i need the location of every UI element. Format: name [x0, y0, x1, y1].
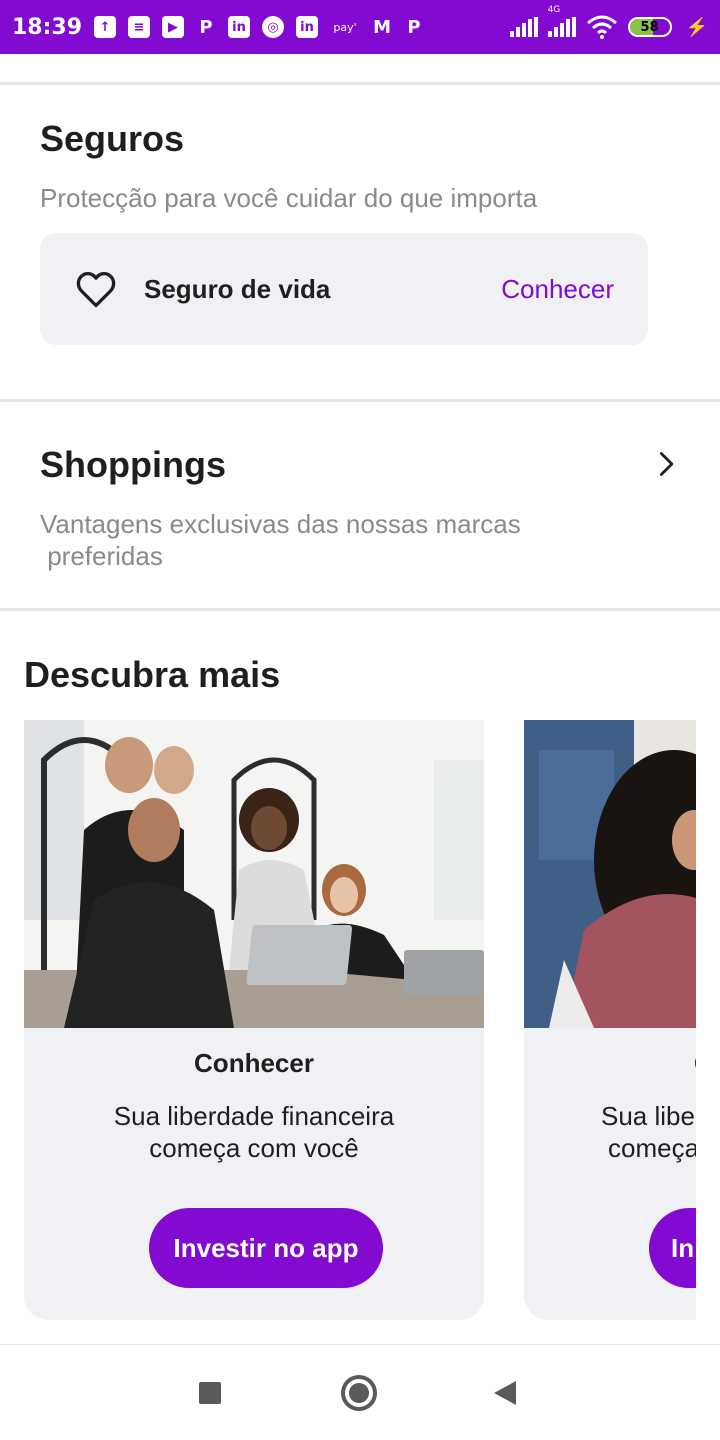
- discover-card-peek[interactable]: C Sua libe começa In: [524, 720, 696, 1320]
- youtube-icon: ▶: [162, 16, 185, 38]
- divider: [0, 82, 720, 85]
- status-time: 18:39: [12, 14, 83, 40]
- message-icon: ≡: [128, 16, 151, 38]
- card-title: C: [694, 1048, 696, 1079]
- discover-card[interactable]: C Sua libe começa In: [524, 720, 696, 1320]
- linkedin-icon: in: [296, 16, 319, 38]
- card-desc-line1: Sua libe: [601, 1101, 695, 1131]
- status-right: 4G 58 ⚡: [509, 5, 708, 39]
- discover-card[interactable]: Conhecer Sua liberdade financeira começa…: [24, 720, 484, 1320]
- network-label: 4G: [547, 5, 561, 15]
- insurance-item-label: Seguro de vida: [144, 273, 331, 304]
- card-desc-line2: começa: [608, 1133, 696, 1163]
- upload-icon: ↑: [94, 16, 117, 38]
- divider: [0, 608, 720, 611]
- notification-icons: ↑ ≡ ▶ P in ◎ in pay' M P: [94, 16, 424, 38]
- insurance-know-more-link[interactable]: Conhecer: [501, 274, 614, 305]
- card-description: Sua liberdade financeira começa com você: [24, 1100, 484, 1164]
- life-insurance-card[interactable]: Seguro de vida Conhecer: [40, 233, 648, 345]
- p-app-icon: P: [199, 16, 213, 38]
- insurance-subtitle: Protecção para você cuidar do que import…: [40, 183, 538, 213]
- card-button-text: In: [671, 1232, 695, 1263]
- instagram-icon: ◎: [262, 16, 285, 38]
- charging-icon: ⚡: [685, 16, 708, 37]
- signal-4g-icon: 4G: [547, 5, 576, 37]
- shopping-title: Shoppings: [40, 444, 226, 485]
- divider: [0, 399, 720, 402]
- linkedin-icon: in: [228, 16, 251, 38]
- invest-in-app-button[interactable]: In: [649, 1208, 696, 1288]
- gmail-icon: M: [373, 16, 391, 38]
- wifi-icon: [586, 15, 617, 39]
- system-nav-bar: [0, 1344, 720, 1440]
- home-button[interactable]: [341, 1375, 377, 1411]
- back-button[interactable]: [494, 1381, 516, 1405]
- signal-icon: [509, 17, 538, 37]
- team-photo: [24, 720, 484, 1028]
- battery-level: 58: [640, 19, 659, 35]
- card-description: Sua libe começa: [601, 1100, 696, 1164]
- shopping-subtitle-line2: preferidas: [40, 541, 163, 571]
- battery-icon: 58: [627, 17, 672, 37]
- status-bar: 18:39 ↑ ≡ ▶ P in ◎ in pay' M P 4G 58 ⚡: [0, 0, 720, 54]
- insurance-title: Seguros: [40, 118, 185, 159]
- woman-photo: [524, 720, 696, 1028]
- shopping-subtitle-line1: Vantagens exclusivas das nossas marcas: [40, 509, 521, 539]
- discover-title: Descubra mais: [24, 654, 281, 695]
- card-desc-line2: começa com você: [149, 1133, 359, 1163]
- card-desc-line1: Sua liberdade financeira: [113, 1101, 395, 1131]
- recent-apps-button[interactable]: [199, 1382, 221, 1404]
- p-app-icon: P: [407, 16, 421, 38]
- card-title: Conhecer: [194, 1048, 314, 1078]
- heart-icon: [76, 272, 116, 308]
- card-title-text: C: [694, 1048, 696, 1078]
- invest-in-app-button[interactable]: Investir no app: [149, 1208, 383, 1288]
- paytm-icon: pay': [333, 20, 357, 34]
- chevron-right-icon[interactable]: [652, 450, 680, 478]
